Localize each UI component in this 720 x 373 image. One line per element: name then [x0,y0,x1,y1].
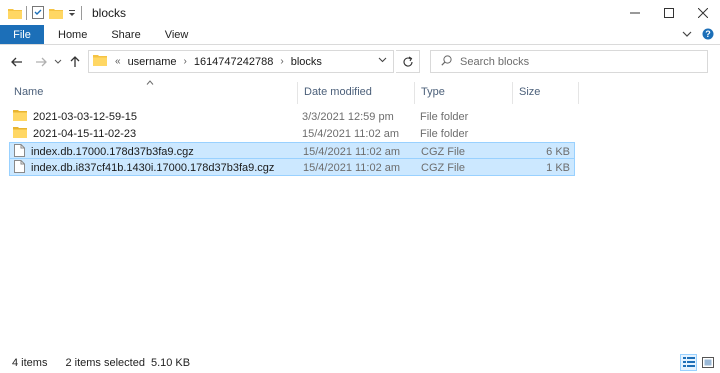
expand-ribbon-icon[interactable] [682,29,692,41]
file-type: File folder [420,127,469,140]
svg-text:?: ? [705,29,711,39]
file-date: 15/4/2021 11:02 am [303,161,401,174]
title-bar: blocks [0,0,720,25]
file-type: CGZ File [421,145,465,158]
selection-count: 2 items selected [65,356,145,369]
tab-home[interactable]: Home [46,25,99,44]
file-name: index.db.i837cf41b.1430i.17000.178d37b3f… [31,161,275,174]
search-box[interactable]: Search blocks [430,50,708,73]
folder-icon [13,109,27,124]
chevron-right-icon[interactable]: › [280,56,283,67]
column-header-date-modified[interactable]: Date modified [298,78,415,106]
file-type: CGZ File [421,161,465,174]
properties-icon[interactable] [31,6,45,20]
search-icon [441,54,452,69]
file-date: 3/3/2021 12:59 pm [302,110,394,123]
file-name: index.db.17000.178d37b3fa9.cgz [31,145,194,158]
breadcrumb: username › 1614747242788 › blocks [128,56,322,68]
tab-view[interactable]: View [153,25,201,44]
tab-share[interactable]: Share [99,25,152,44]
window-controls [618,0,720,25]
file-icon [14,143,25,160]
folder-icon [13,126,27,141]
column-header-type[interactable]: Type [415,78,513,106]
column-header-name[interactable]: Name [8,78,298,106]
file-name-cell: 2021-04-15-11-02-23 [13,125,136,142]
file-size: 1 KB [546,161,570,174]
window-title: blocks [92,5,127,20]
address-dropdown-icon[interactable] [378,55,387,66]
file-name: 2021-04-15-11-02-23 [33,127,137,140]
column-header-size-label: Size [519,86,541,98]
file-type: File folder [420,110,469,123]
file-date: 15/4/2021 11:02 am [303,145,401,158]
file-name: 2021-03-03-12-59-15 [33,110,137,123]
chevron-right-icon[interactable]: › [183,56,186,67]
address-bar[interactable]: « username › 1614747242788 › blocks [88,50,394,73]
column-divider[interactable] [578,82,579,104]
tab-file[interactable]: File [0,25,44,44]
column-header-name-label: Name [14,86,44,98]
file-row[interactable]: 2021-03-03-12-59-15 3/3/2021 12:59 pm Fi… [9,108,575,125]
selection-size: 5.10 KB [150,356,191,369]
details-view-button[interactable] [680,354,697,371]
file-size: 6 KB [546,145,570,158]
breadcrumb-item-1614747242788[interactable]: 1614747242788 [194,56,274,68]
column-header-size[interactable]: Size [513,78,579,106]
maximize-button[interactable] [652,0,686,25]
close-button[interactable] [686,0,720,25]
file-name-cell: index.db.17000.178d37b3fa9.cgz [14,143,194,160]
toolbar-divider [81,5,82,20]
folder-icon [8,6,22,20]
breadcrumb-item-blocks[interactable]: blocks [291,56,322,68]
file-row[interactable]: 2021-04-15-11-02-23 15/4/2021 11:02 am F… [9,125,575,142]
column-header-type-label: Type [421,86,445,98]
recent-locations-button[interactable] [52,51,64,73]
breadcrumb-item-username[interactable]: username [128,56,177,68]
file-row-selected[interactable]: index.db.17000.178d37b3fa9.cgz 15/4/2021… [9,142,575,159]
path-overflow-marker[interactable]: « [115,56,121,67]
column-header-date-label: Date modified [304,86,372,98]
file-name-cell: index.db.i837cf41b.1430i.17000.178d37b3f… [14,159,274,176]
folder-icon [93,54,107,69]
status-bar: 4 items 2 items selected 5.10 KB [0,352,720,373]
toolbar-divider [26,5,27,20]
file-date: 15/4/2021 11:02 am [302,127,400,140]
minimize-button[interactable] [618,0,652,25]
quick-access-toolbar [0,0,86,25]
up-button[interactable] [64,51,86,73]
search-placeholder: Search blocks [460,55,530,68]
ribbon-right-controls: ? [682,25,714,45]
customize-toolbar-icon[interactable] [67,6,77,20]
forward-button[interactable] [30,51,52,73]
file-icon [14,159,25,176]
back-button[interactable] [6,51,28,73]
view-toggle [680,354,716,371]
large-icons-view-button[interactable] [699,354,716,371]
column-headers: Name Date modified Type Size [0,78,720,106]
ribbon-tabs: File Home Share View ? [0,25,720,45]
new-folder-icon[interactable] [49,6,63,20]
file-row-selected[interactable]: index.db.i837cf41b.1430i.17000.178d37b3f… [9,159,575,176]
file-name-cell: 2021-03-03-12-59-15 [13,108,137,125]
help-icon[interactable]: ? [702,28,714,43]
navigation-bar: « username › 1614747242788 › blocks Sear… [0,45,720,78]
item-count: 4 items [12,356,48,369]
refresh-button[interactable] [396,50,420,73]
